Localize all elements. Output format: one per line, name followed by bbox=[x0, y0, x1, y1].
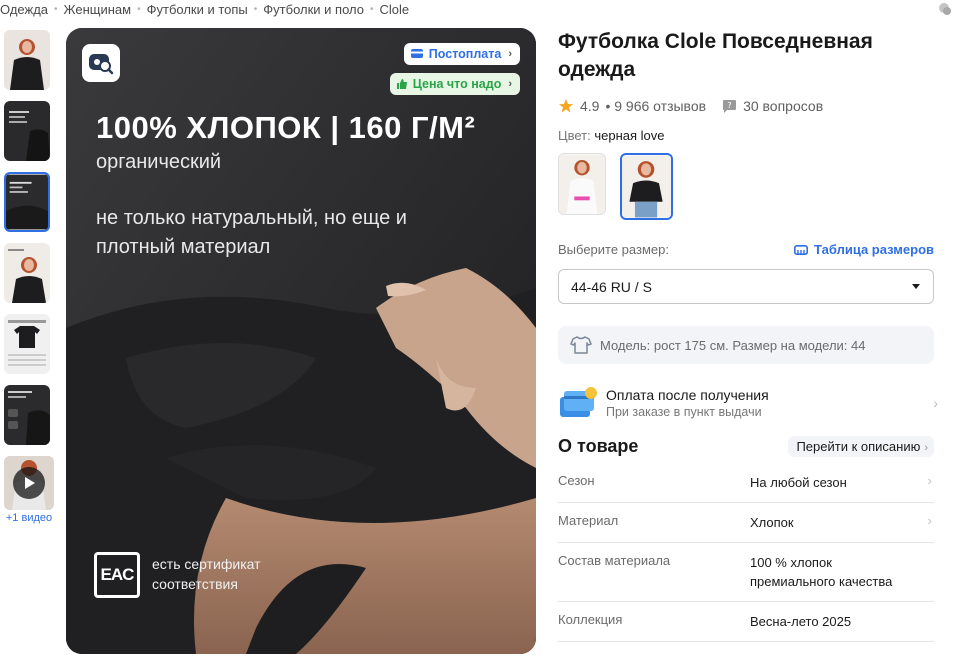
certificate-text: есть сертификат соответствия bbox=[152, 556, 261, 592]
postpay-label: Постоплата bbox=[428, 47, 502, 61]
about-title: О товаре bbox=[558, 436, 639, 456]
payment-subtitle: При заказе в пункт выдачи bbox=[606, 405, 762, 419]
chevron-right-icon: › bbox=[927, 513, 932, 528]
play-icon[interactable] bbox=[13, 467, 45, 499]
color-label: Цвет: bbox=[558, 128, 591, 143]
go-to-description-label: Перейти к описанию bbox=[796, 439, 921, 454]
chevron-right-icon: › bbox=[508, 78, 512, 90]
thumbnail[interactable] bbox=[4, 314, 50, 374]
breadcrumb-item[interactable]: Футболки и поло bbox=[263, 2, 364, 17]
chevron-right-icon: › bbox=[933, 395, 938, 411]
model-info-text: Модель: рост 175 см. Размер на модели: 4… bbox=[600, 337, 866, 353]
product-title: Футболка Clole Повседневная одежда bbox=[558, 30, 873, 81]
breadcrumb-separator: • bbox=[54, 3, 58, 15]
spec-row[interactable]: Сезон На любой сезон › bbox=[558, 463, 934, 503]
thumbs-up-icon bbox=[396, 79, 407, 89]
questions-link[interactable]: 30 вопросов bbox=[743, 98, 823, 114]
spec-value: На любой сезон bbox=[750, 475, 847, 490]
spec-row[interactable]: Материал Хлопок › bbox=[558, 503, 934, 543]
color-value: черная love bbox=[594, 128, 665, 143]
tshirt-icon bbox=[570, 336, 592, 354]
spec-key: Сезон bbox=[558, 473, 595, 488]
ruler-icon bbox=[794, 244, 809, 255]
questions-icon: ? bbox=[723, 99, 737, 113]
spec-row: Состав материала 100 % хлопок премиально… bbox=[558, 543, 934, 602]
main-product-image[interactable]: Постоплата › Цена что надо › 100% ХЛОПОК… bbox=[66, 28, 536, 654]
card-icon bbox=[410, 49, 423, 58]
spec-key: Материал bbox=[558, 513, 619, 528]
eac-logo: EAC bbox=[94, 552, 140, 598]
thumbnail[interactable] bbox=[4, 385, 50, 445]
postpay-badge[interactable]: Постоплата › bbox=[403, 43, 520, 65]
thumbnail-active[interactable] bbox=[4, 172, 50, 232]
spec-value: Хлопок bbox=[750, 515, 794, 530]
breadcrumb-item[interactable]: Женщинам bbox=[64, 2, 132, 17]
star-icon bbox=[559, 99, 573, 113]
thumbnail[interactable] bbox=[4, 30, 50, 90]
breadcrumb: Одежда • Женщинам • Футболки и топы • Фу… bbox=[0, 0, 409, 18]
video-count-label[interactable]: +1 видео bbox=[4, 512, 54, 524]
specs-table: Сезон На любой сезон › Материал Хлопок ›… bbox=[558, 463, 934, 642]
size-select[interactable]: 44-46 RU / S bbox=[558, 269, 934, 304]
color-swatch-white[interactable] bbox=[558, 153, 606, 215]
breadcrumb-item[interactable]: Clole bbox=[380, 2, 410, 17]
spec-row: Коллекция Весна-лето 2025 bbox=[558, 602, 934, 642]
breadcrumb-separator: • bbox=[137, 3, 141, 15]
color-row: Цвет: черная love bbox=[558, 128, 934, 143]
product-info: Футболка Clole Повседневная одежда 4.9 •… bbox=[558, 28, 938, 642]
breadcrumb-item[interactable]: Одежда bbox=[0, 2, 48, 17]
image-description: не только натуральный, но еще и плотный … bbox=[96, 207, 407, 258]
thumbnail[interactable] bbox=[4, 101, 50, 161]
svg-text:?: ? bbox=[727, 101, 731, 110]
reviews-link[interactable]: • 9 966 отзывов bbox=[605, 98, 706, 114]
size-header: Выберите размер: Таблица размеров bbox=[558, 242, 934, 257]
breadcrumb-separator: • bbox=[370, 3, 374, 15]
rating-value: 4.9 bbox=[580, 98, 600, 114]
rating-row: 4.9 • 9 966 отзывов ? 30 вопросов bbox=[558, 98, 934, 114]
chevron-right-icon: › bbox=[927, 473, 932, 488]
size-label: Выберите размер: bbox=[558, 242, 669, 257]
chevron-right-icon: › bbox=[508, 48, 512, 60]
color-swatch-black[interactable] bbox=[620, 153, 673, 220]
spec-key: Состав материала bbox=[558, 553, 671, 568]
payment-text: Оплата после получения При заказе в пунк… bbox=[606, 387, 933, 419]
payment-title: Оплата после получения bbox=[606, 387, 769, 403]
color-swatches bbox=[558, 153, 934, 220]
spec-value: 100 % хлопок премиального качества bbox=[750, 555, 893, 589]
size-selected-value: 44-46 RU / S bbox=[571, 278, 652, 295]
breadcrumb-item[interactable]: Футболки и топы bbox=[147, 2, 248, 17]
price-badge[interactable]: Цена что надо › bbox=[389, 73, 520, 95]
chevron-right-icon: › bbox=[924, 442, 928, 454]
zoom-icon bbox=[89, 54, 114, 75]
price-label: Цена что надо bbox=[412, 77, 502, 91]
payment-cards-icon bbox=[560, 387, 597, 417]
spec-value: Весна-лето 2025 bbox=[750, 614, 852, 629]
payment-option[interactable]: Оплата после получения При заказе в пунк… bbox=[558, 378, 938, 428]
spec-key: Коллекция bbox=[558, 612, 623, 627]
go-to-description-button[interactable]: Перейти к описанию › bbox=[788, 436, 934, 457]
video-thumbnail[interactable] bbox=[4, 456, 54, 510]
image-headline: 100% ХЛОПОК | 160 Г/М² bbox=[96, 110, 476, 145]
about-header: О товаре Перейти к описанию › bbox=[558, 436, 934, 457]
model-info: Модель: рост 175 см. Размер на модели: 4… bbox=[558, 326, 934, 364]
caret-down-icon bbox=[912, 283, 920, 289]
zoom-button[interactable] bbox=[82, 44, 120, 82]
size-table-link[interactable]: Таблица размеров bbox=[794, 242, 934, 257]
size-table-label: Таблица размеров bbox=[814, 242, 934, 257]
chat-icon[interactable] bbox=[938, 2, 952, 16]
image-subline: органический bbox=[96, 151, 222, 173]
thumbnail[interactable] bbox=[4, 243, 50, 303]
thumbnail-strip: +1 видео bbox=[4, 30, 54, 524]
breadcrumb-separator: • bbox=[253, 3, 258, 15]
